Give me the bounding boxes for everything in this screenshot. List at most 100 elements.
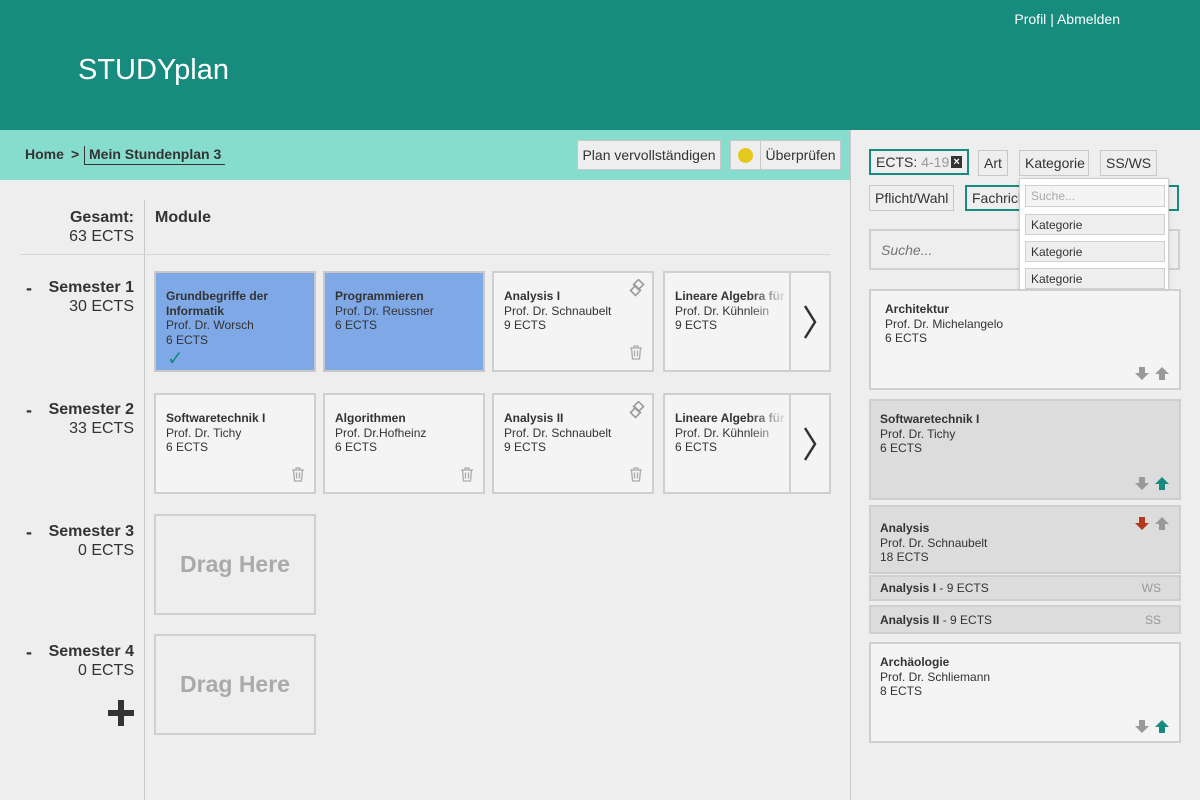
logout-link[interactable]: Abmelden bbox=[1057, 11, 1120, 27]
next-modules-button[interactable] bbox=[789, 271, 831, 372]
module-professor: Prof. Dr. Schnaubelt bbox=[504, 303, 612, 318]
check-icon: ✓ bbox=[167, 347, 184, 370]
dropdown-option[interactable]: Kategorie bbox=[1025, 241, 1165, 262]
module-title: Grundbegriffe der Informatik bbox=[166, 289, 269, 318]
breadcrumb-home[interactable]: Home bbox=[25, 146, 64, 162]
kategorie-dropdown: Suche... Kategorie Kategorie Kategorie bbox=[1019, 178, 1169, 294]
module-card[interactable]: Grundbegriffe der Informatik Prof. Dr. W… bbox=[154, 271, 316, 372]
module-ects: 6 ECTS bbox=[166, 332, 209, 347]
complete-plan-button[interactable]: Plan vervollständigen bbox=[577, 140, 721, 170]
module-card[interactable]: Analysis II Prof. Dr. Schnaubelt 9 ECTS bbox=[492, 393, 654, 494]
breadcrumb-separator: > bbox=[71, 146, 80, 162]
module-ects: 9 ECTS bbox=[504, 440, 547, 454]
module-title: Algorithmen bbox=[335, 411, 406, 425]
module-card[interactable]: Analysis I Prof. Dr. Schnaubelt 9 ECTS bbox=[492, 271, 654, 372]
next-modules-button[interactable] bbox=[789, 393, 831, 494]
trash-icon[interactable] bbox=[291, 467, 305, 482]
dropdown-option[interactable]: Kategorie bbox=[1025, 214, 1165, 235]
sub-module-row[interactable]: Analysis I - 9 ECTS WS bbox=[869, 575, 1181, 601]
panel-divider bbox=[850, 130, 851, 800]
sub-module-ects: - 9 ECTS bbox=[942, 612, 993, 627]
chevron-right-icon bbox=[803, 426, 817, 461]
divider bbox=[144, 200, 145, 800]
semester-ects: 0 ECTS bbox=[77, 662, 134, 679]
collapse-semester-1-button[interactable]: - bbox=[26, 279, 32, 297]
dropdown-search-input[interactable]: Suche... bbox=[1025, 185, 1165, 207]
app-title: STUDYplan bbox=[78, 54, 229, 86]
semester-label: Semester 2 bbox=[48, 401, 134, 418]
collapse-semester-4-button[interactable]: - bbox=[26, 643, 32, 661]
ects-filter[interactable]: ECTS: 4-19 × bbox=[869, 149, 969, 175]
status-indicator bbox=[730, 140, 761, 170]
ects-filter-label: ECTS: bbox=[876, 154, 918, 170]
ects-filter-range: 4-19 bbox=[921, 154, 950, 170]
collapse-semester-2-button[interactable]: - bbox=[26, 401, 32, 419]
collapse-semester-3-button[interactable]: - bbox=[26, 523, 32, 541]
kategorie-filter[interactable]: Kategorie bbox=[1019, 150, 1089, 176]
clear-icon[interactable]: × bbox=[951, 156, 962, 168]
module-title: Lineare Algebra für Fachrichtung Informa… bbox=[675, 289, 789, 303]
move-down-icon[interactable] bbox=[1135, 517, 1149, 530]
catalog-module-card[interactable]: Softwaretechnik I Prof. Dr. Tichy 6 ECTS bbox=[869, 399, 1181, 500]
catalog-module-card[interactable]: Archäologie Prof. Dr. Schliemann 8 ECTS bbox=[869, 642, 1181, 743]
module-ects: 6 ECTS bbox=[885, 331, 928, 345]
module-professor: Prof. Dr. Worsch bbox=[166, 318, 254, 332]
sub-module-ects: - 9 ECTS bbox=[939, 581, 989, 595]
module-title: Programmieren bbox=[335, 289, 424, 303]
pflicht-wahl-filter[interactable]: Pflicht/Wahl bbox=[869, 185, 954, 211]
module-card[interactable]: Lineare Algebra für Fachrichtung Informa… bbox=[663, 271, 791, 372]
move-up-icon[interactable] bbox=[1155, 477, 1169, 490]
chevron-right-icon bbox=[803, 304, 817, 339]
add-semester-button[interactable] bbox=[108, 700, 134, 726]
module-title: Softwaretechnik I bbox=[880, 412, 980, 426]
divider bbox=[20, 254, 830, 255]
art-filter[interactable]: Art bbox=[978, 150, 1008, 176]
trash-icon[interactable] bbox=[460, 467, 474, 482]
module-ects: 9 ECTS bbox=[504, 318, 547, 332]
module-title: Lineare Algebra für Fachrichtung Informa… bbox=[675, 411, 789, 425]
move-down-icon[interactable] bbox=[1135, 367, 1149, 380]
link-icon[interactable] bbox=[628, 279, 646, 297]
module-professor: Prof. Dr. Tichy bbox=[166, 425, 242, 440]
breadcrumb-current[interactable]: Mein Stundenplan 3 bbox=[84, 146, 226, 165]
move-up-icon[interactable] bbox=[1155, 517, 1169, 530]
sub-module-row[interactable]: Analysis II - 9 ECTS SS bbox=[869, 605, 1181, 634]
move-down-icon[interactable] bbox=[1135, 720, 1149, 733]
module-card[interactable]: Softwaretechnik I Prof. Dr. Tichy 6 ECTS bbox=[154, 393, 316, 494]
move-up-icon[interactable] bbox=[1155, 367, 1169, 380]
module-card[interactable]: Programmieren Prof. Dr. Reussner 6 ECTS bbox=[323, 271, 485, 372]
module-professor: Prof. Dr. Kühnlein bbox=[675, 303, 770, 318]
module-title: Analysis I bbox=[504, 289, 561, 303]
module-professor: Prof. Dr. Kühnlein bbox=[675, 425, 770, 440]
user-menu: Profil | Abmelden bbox=[1014, 11, 1120, 27]
semester-ects: 33 ECTS bbox=[69, 420, 134, 437]
move-up-icon[interactable] bbox=[1155, 720, 1169, 733]
total-ects: 63 ECTS bbox=[69, 228, 134, 245]
move-down-icon[interactable] bbox=[1135, 477, 1149, 490]
module-ects: 6 ECTS bbox=[335, 440, 378, 454]
module-professor: Prof. Dr. Schnaubelt bbox=[504, 425, 612, 440]
app-header: STUDYplan Profil | Abmelden bbox=[0, 0, 1200, 130]
module-professor: Prof. Dr. Michelangelo bbox=[885, 316, 1004, 331]
profile-link[interactable]: Profil bbox=[1014, 11, 1046, 27]
module-card[interactable]: Lineare Algebra für Fachrichtung Informa… bbox=[663, 393, 791, 494]
catalog-module-card[interactable]: Architektur Prof. Dr. Michelangelo 6 ECT… bbox=[869, 289, 1181, 390]
link-icon[interactable] bbox=[628, 401, 646, 419]
module-title: Architektur bbox=[885, 302, 950, 316]
dropdown-option[interactable]: Kategorie bbox=[1025, 268, 1165, 289]
module-title: Softwaretechnik I bbox=[166, 411, 266, 425]
module-professor: Prof. Dr. Schnaubelt bbox=[880, 535, 988, 550]
drop-zone[interactable]: Drag Here bbox=[154, 514, 316, 615]
module-ects: 6 ECTS bbox=[675, 440, 718, 454]
catalog-module-card[interactable]: Analysis Prof. Dr. Schnaubelt 18 ECTS bbox=[869, 505, 1181, 574]
breadcrumb-bar: Home > Mein Stundenplan 3 bbox=[0, 130, 850, 180]
trash-icon[interactable] bbox=[629, 467, 643, 482]
module-professor: Prof. Dr.Hofheinz bbox=[335, 425, 427, 440]
drop-zone[interactable]: Drag Here bbox=[154, 634, 316, 735]
module-ects: 18 ECTS bbox=[880, 550, 929, 564]
check-button[interactable]: Überprüfen bbox=[760, 140, 841, 170]
sub-module-name: Analysis I bbox=[880, 581, 937, 595]
module-card[interactable]: Algorithmen Prof. Dr.Hofheinz 6 ECTS bbox=[323, 393, 485, 494]
semester-type-filter[interactable]: SS/WS bbox=[1100, 150, 1157, 176]
trash-icon[interactable] bbox=[629, 345, 643, 360]
